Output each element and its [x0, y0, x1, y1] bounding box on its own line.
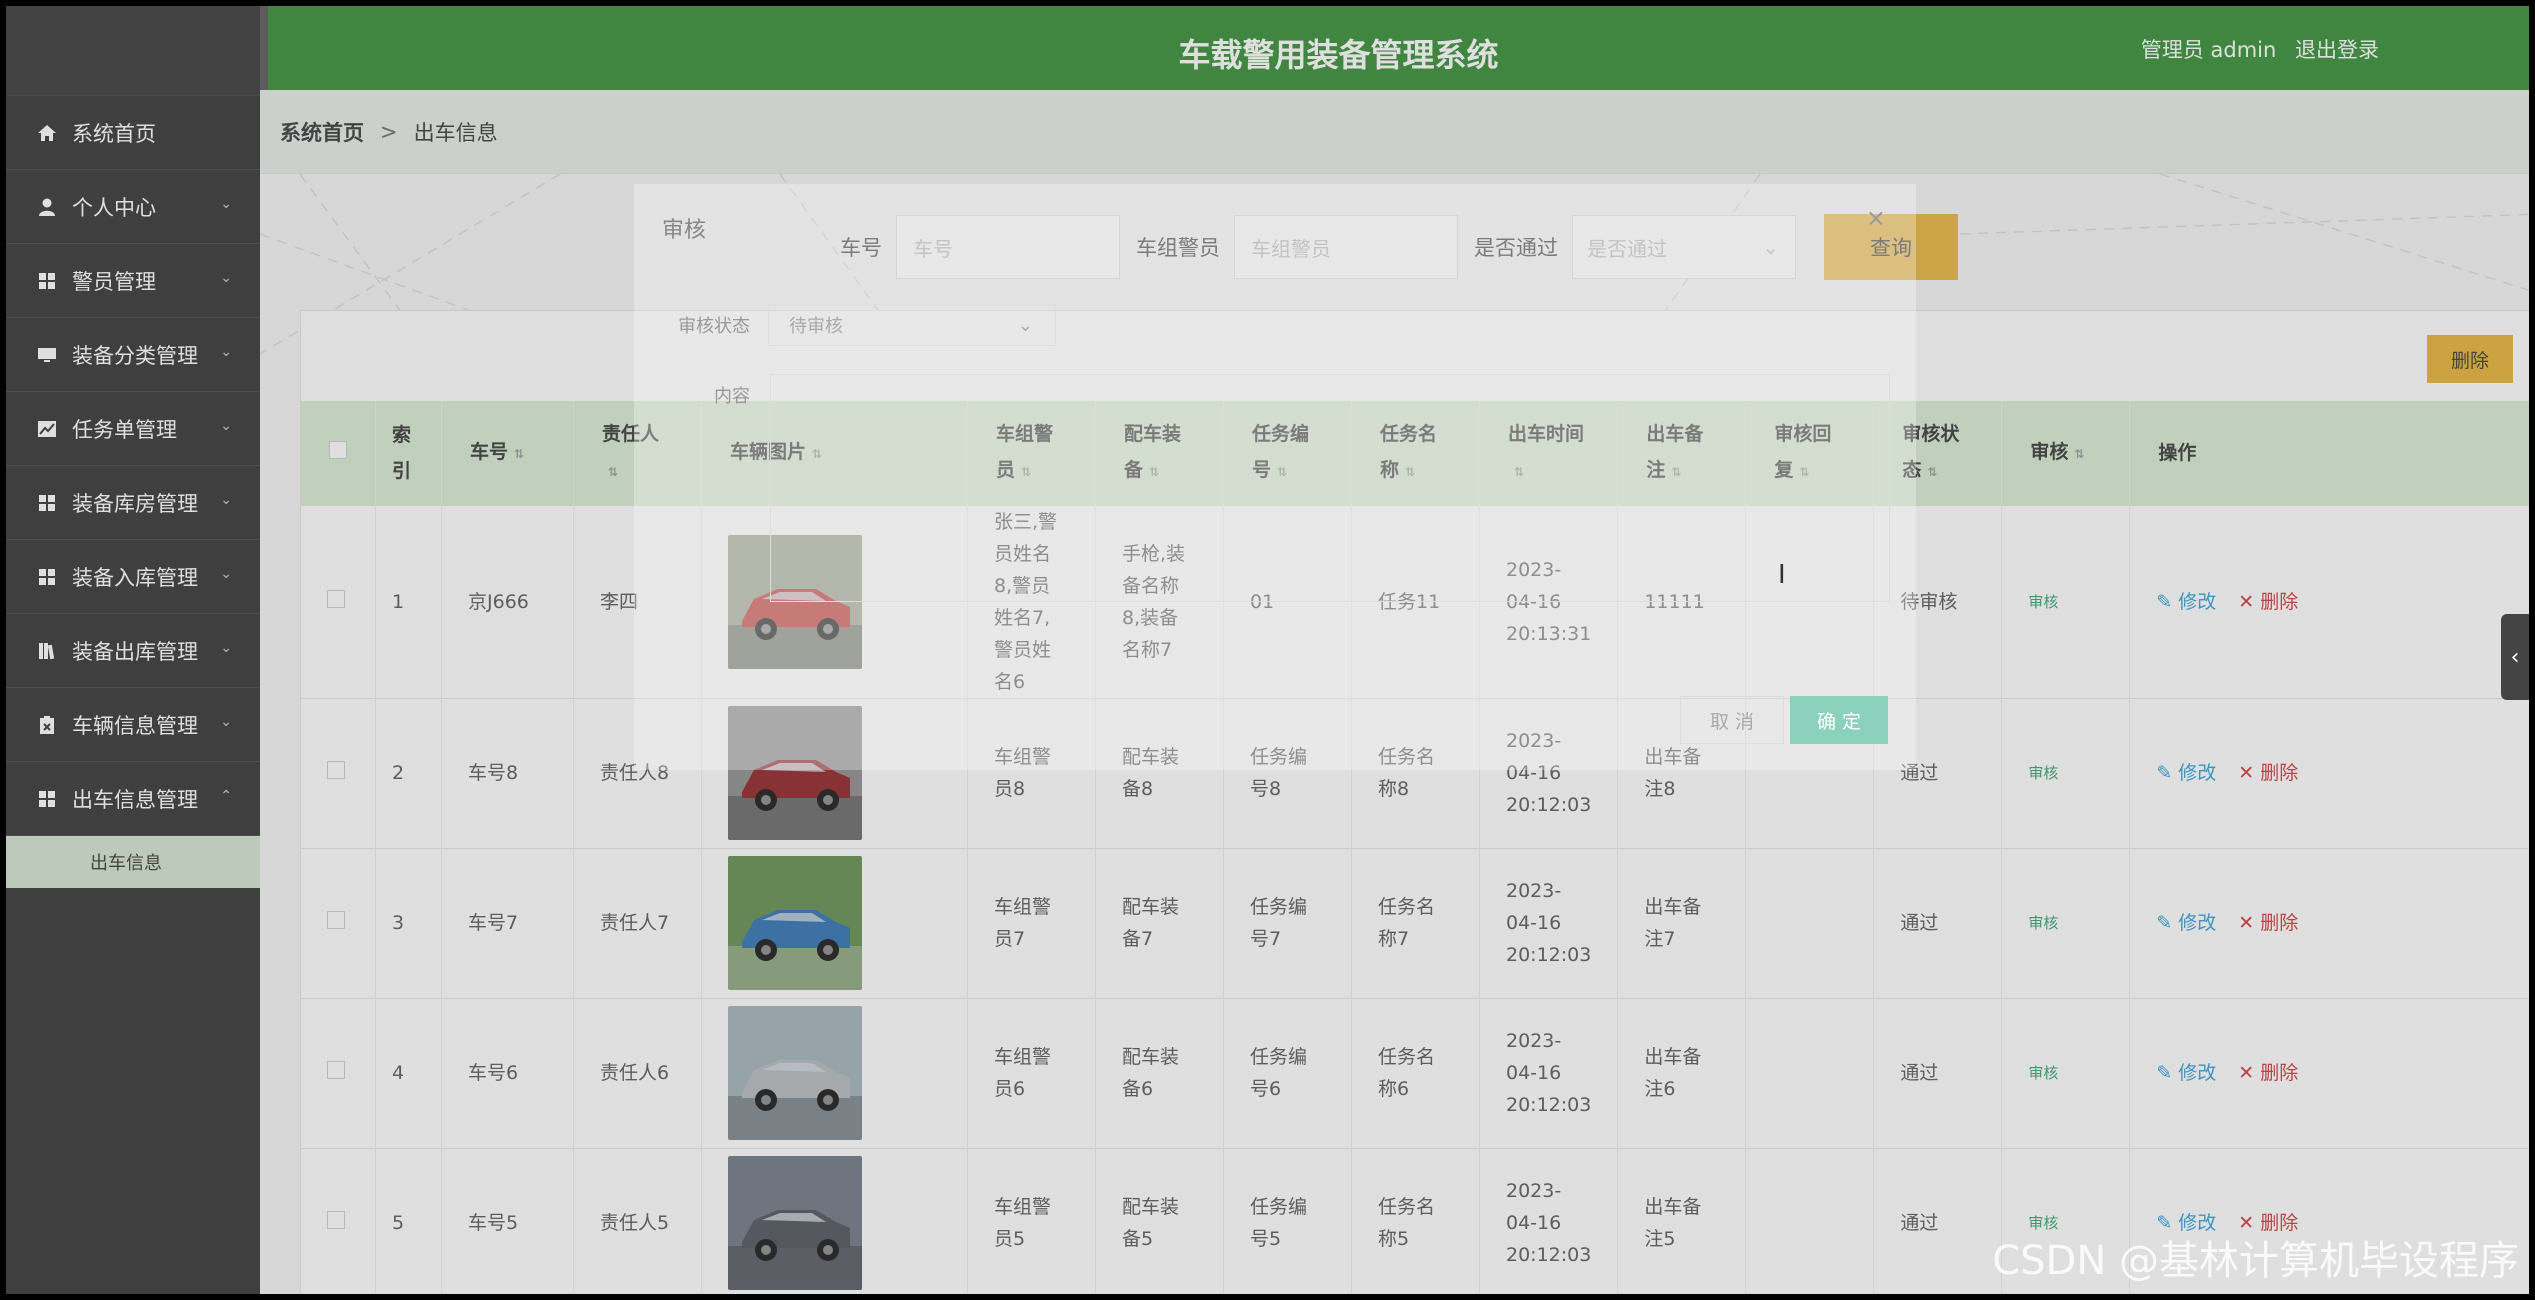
audit-status-value: 待审核 — [789, 316, 843, 337]
audit-status-row: 审核状态 待审核 ⌄ — [678, 304, 1056, 346]
close-icon[interactable]: × — [1866, 204, 1886, 232]
audit-status-label: 审核状态 — [678, 316, 750, 337]
text-cursor-icon: I — [1778, 560, 1786, 590]
confirm-button[interactable]: 确 定 — [1790, 696, 1888, 744]
chevron-left-icon: ‹ — [2510, 644, 2520, 670]
dialog-title: 审核 — [662, 218, 707, 243]
content-textarea[interactable] — [770, 374, 1890, 602]
audit-status-select[interactable]: 待审核 ⌄ — [768, 304, 1056, 346]
collapse-handle[interactable]: ‹ — [2501, 614, 2529, 700]
watermark: CSDN @基林计算机毕设程序 — [1992, 1238, 2519, 1284]
chevron-down-icon: ⌄ — [1017, 314, 1033, 336]
audit-dialog: 审核 × 审核状态 待审核 ⌄ 内容 取 消 确 定 — [634, 184, 1916, 770]
content-label: 内容 — [714, 386, 750, 407]
cancel-button[interactable]: 取 消 — [1680, 696, 1784, 744]
app-window: 系统首页 个人中心 ⌄ 警员管理 ⌄ 装备分类管理 ⌄ 任务单管理 ⌄ 装备库房管理 ⌄ 装备入库管理… — [0, 0, 2535, 1300]
